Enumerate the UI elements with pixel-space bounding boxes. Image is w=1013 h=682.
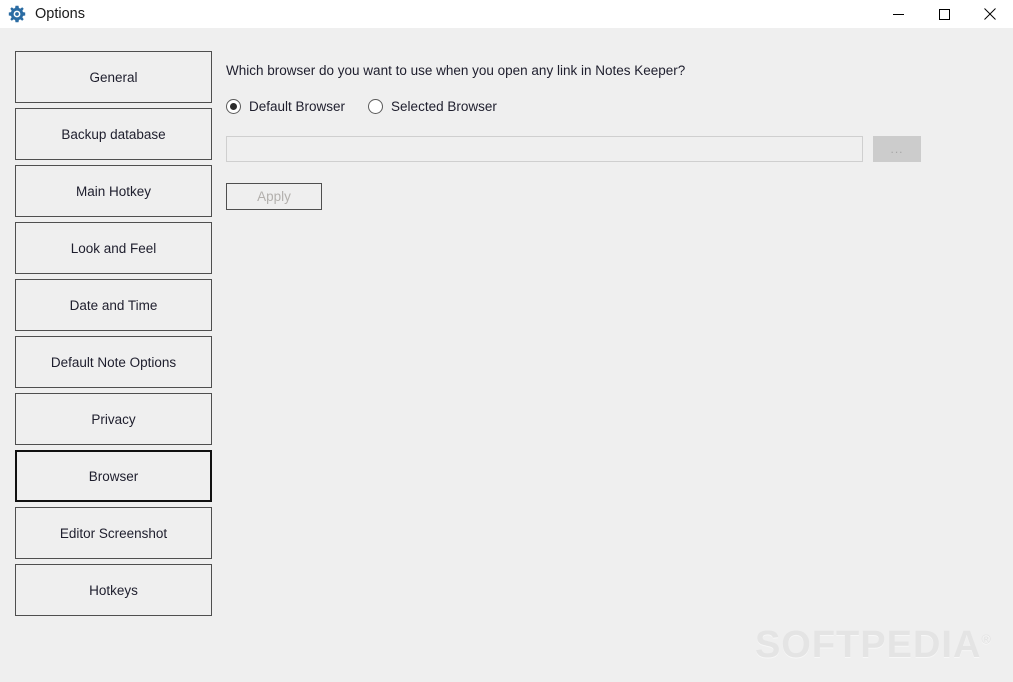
watermark-text: SOFTPEDIA — [754, 624, 982, 666]
titlebar-left-group: Options — [0, 0, 85, 28]
sidebar-item-label: Main Hotkey — [75, 183, 152, 199]
softpedia-watermark: SOFTPEDIA® — [755, 626, 991, 664]
sidebar-item-label: Editor Screenshot — [59, 525, 168, 541]
sidebar-item-browser[interactable]: Browser — [15, 450, 212, 502]
watermark-registered-mark: ® — [981, 631, 991, 647]
browser-path-input[interactable] — [226, 136, 863, 162]
minimize-button[interactable] — [875, 0, 921, 28]
browser-path-row: ... — [226, 136, 996, 162]
maximize-button[interactable] — [921, 0, 967, 28]
sidebar-item-privacy[interactable]: Privacy — [15, 393, 212, 445]
sidebar-item-label: Hotkeys — [89, 582, 138, 598]
radio-option-default-browser[interactable]: Default Browser — [226, 99, 345, 114]
radio-label-default-browser: Default Browser — [249, 99, 346, 114]
sidebar-item-label: Backup database — [61, 126, 166, 142]
gear-icon — [8, 5, 26, 23]
sidebar-item-look-and-feel[interactable]: Look and Feel — [15, 222, 212, 274]
close-button[interactable] — [967, 0, 1013, 28]
browse-button-label: ... — [890, 142, 904, 156]
browse-button[interactable]: ... — [873, 136, 921, 162]
minimize-icon — [892, 13, 904, 15]
sidebar-item-label: Privacy — [91, 411, 136, 427]
sidebar-item-hotkeys[interactable]: Hotkeys — [15, 564, 212, 616]
sidebar-item-backup-database[interactable]: Backup database — [15, 108, 212, 160]
window-title: Options — [35, 6, 85, 22]
apply-button-label: Apply — [257, 189, 291, 204]
sidebar-nav: General Backup database Main Hotkey Look… — [15, 51, 212, 621]
apply-button[interactable]: Apply — [226, 183, 322, 210]
sidebar-item-label: Look and Feel — [70, 240, 157, 256]
radio-option-selected-browser[interactable]: Selected Browser — [368, 99, 497, 114]
browser-question-label: Which browser do you want to use when yo… — [226, 63, 686, 78]
close-icon — [984, 8, 996, 20]
window-titlebar: Options — [0, 0, 1013, 28]
sidebar-item-label: Date and Time — [69, 297, 158, 313]
sidebar-item-default-note-options[interactable]: Default Note Options — [15, 336, 212, 388]
radio-label-selected-browser: Selected Browser — [391, 99, 497, 114]
sidebar-item-main-hotkey[interactable]: Main Hotkey — [15, 165, 212, 217]
radio-checked-icon — [226, 99, 241, 114]
sidebar-item-editor-screenshot[interactable]: Editor Screenshot — [15, 507, 212, 559]
radio-unchecked-icon — [368, 99, 384, 114]
browser-choice-radio-group: Default Browser Selected Browser — [226, 99, 996, 114]
sidebar-item-label: General — [89, 69, 138, 85]
window-body: General Backup database Main Hotkey Look… — [0, 28, 1013, 682]
maximize-icon — [938, 8, 950, 20]
window-controls — [875, 0, 1013, 28]
sidebar-item-general[interactable]: General — [15, 51, 212, 103]
browser-settings-panel: Which browser do you want to use when yo… — [226, 51, 996, 210]
sidebar-item-date-and-time[interactable]: Date and Time — [15, 279, 212, 331]
sidebar-item-label: Default Note Options — [50, 354, 177, 370]
sidebar-item-label: Browser — [88, 468, 139, 484]
